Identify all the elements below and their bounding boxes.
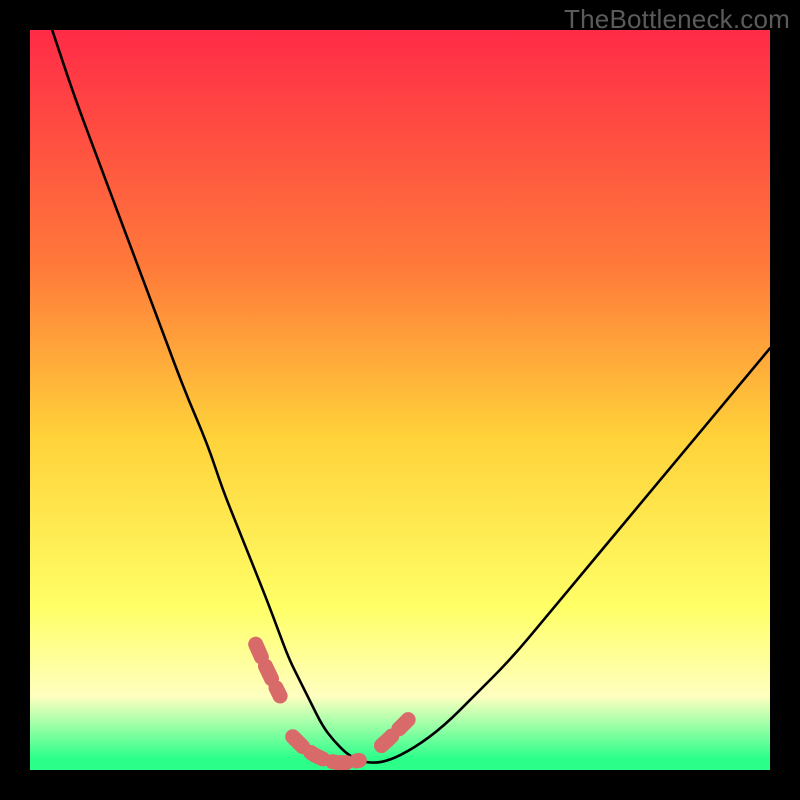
watermark-text: TheBottleneck.com (564, 4, 790, 35)
chart-svg (30, 30, 770, 770)
gradient-rect (30, 30, 770, 770)
chart-frame: TheBottleneck.com (0, 0, 800, 800)
chart-plot-area (30, 30, 770, 770)
